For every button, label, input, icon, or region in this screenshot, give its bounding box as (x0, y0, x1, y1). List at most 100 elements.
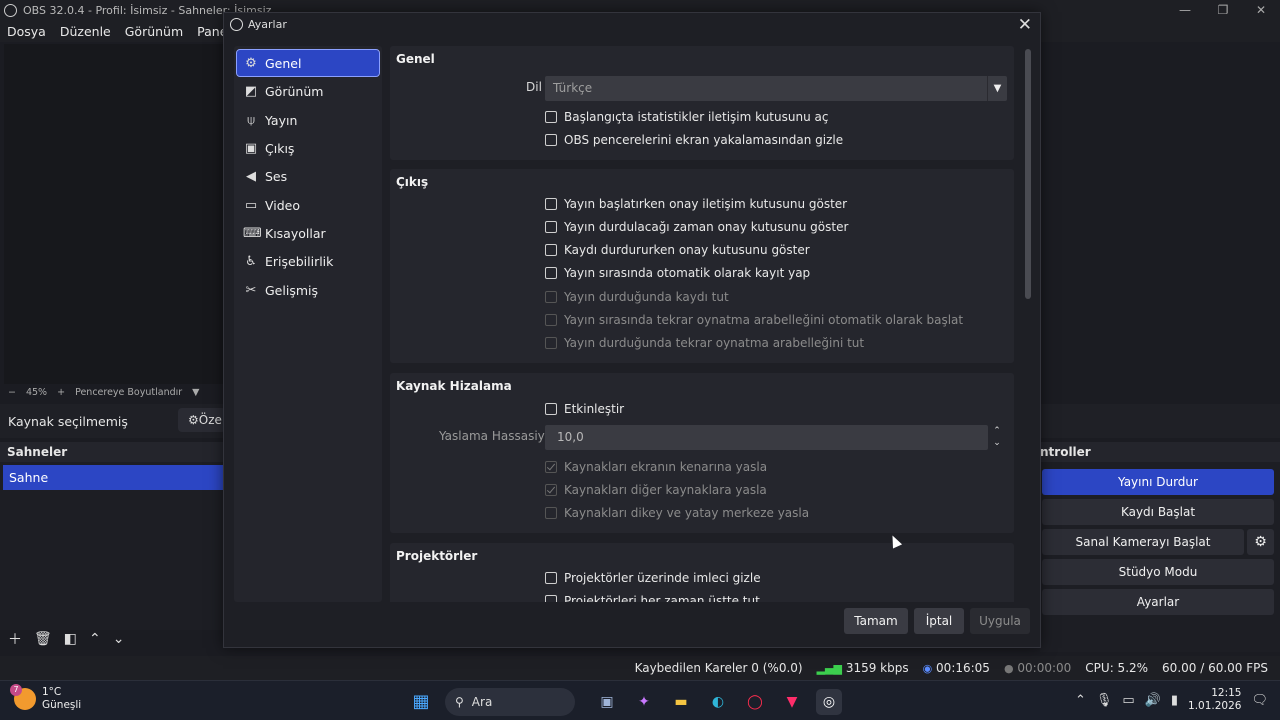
monitor-icon: ▭ (244, 197, 258, 213)
hide-capture-checkbox[interactable]: OBS pencerelerini ekran yakalamasından g… (545, 133, 843, 147)
nav-output[interactable]: ▣ Çıkış (237, 135, 379, 161)
chevron-down-icon[interactable]: ⌄ (990, 437, 1004, 449)
display-icon[interactable]: ▭ (1122, 693, 1134, 708)
spin-arrows[interactable]: ⌃ ⌄ (990, 425, 1004, 449)
settings-button[interactable]: Ayarlar (1042, 589, 1274, 615)
app-icon[interactable]: ▼ (779, 689, 805, 715)
chevron-down-icon[interactable]: ⌄ (113, 631, 125, 647)
close-icon[interactable]: ✕ (1018, 15, 1032, 35)
zoom-in-button[interactable]: + (57, 387, 65, 398)
scene-toolbar: ＋ 🗑 ◧ ⌃ ⌄ (0, 628, 224, 650)
apply-button[interactable]: Uygula (970, 608, 1030, 634)
always-on-top-checkbox[interactable]: Projektörleri her zaman üstte tut (545, 594, 760, 602)
language-label: Dil (526, 80, 542, 94)
close-icon[interactable]: ✕ (1242, 0, 1280, 20)
start-icon[interactable]: ▦ (408, 689, 434, 715)
snapping-enable-checkbox[interactable]: Etkinleştir (545, 402, 624, 416)
chevron-up-icon[interactable]: ⌃ (990, 425, 1004, 437)
nav-appearance[interactable]: ◩ Görünüm (237, 78, 379, 104)
dialog-title-bar: Ayarlar (230, 18, 287, 31)
no-source-label: Kaynak seçilmemiş (8, 413, 128, 429)
nav-video[interactable]: ▭ Video (237, 192, 379, 218)
properties-button[interactable]: ⚙Öze (178, 408, 226, 432)
virtual-camera-button[interactable]: Sanal Kamerayı Başlat (1042, 529, 1244, 555)
nav-advanced[interactable]: ✂ Gelişmiş (237, 277, 379, 303)
chevron-up-icon[interactable]: ⌃ (1075, 693, 1086, 708)
cancel-button[interactable]: İptal (914, 608, 964, 634)
status-bar: Kaybedilen Kareler 0 (%0.0) ▂▄▆ 3159 kbp… (0, 656, 1280, 680)
search-icon: ⚲ (455, 695, 464, 709)
file-explorer-icon[interactable]: ▬ (668, 689, 694, 715)
tools-icon: ✂ (245, 282, 257, 298)
nav-hotkeys[interactable]: ⌨ Kısayollar (237, 220, 379, 246)
stop-stream-button[interactable]: Yayını Durdur (1042, 469, 1274, 495)
language-select[interactable]: Türkçe ▼ (545, 76, 1007, 101)
studio-mode-button[interactable]: Stüdyo Modu (1042, 559, 1274, 585)
nav-general[interactable]: ⚙ Genel (236, 49, 380, 77)
task-view-icon[interactable]: ▣ (594, 689, 620, 715)
output-checkbox-6[interactable]: Yayın sırasında tekrar oynatma arabelleğ… (545, 313, 963, 327)
clock-date: 1.01.2026 (1188, 700, 1242, 712)
zoom-out-button[interactable]: − (8, 387, 16, 398)
trash-icon[interactable]: 🗑 (34, 631, 52, 647)
snap-sources-checkbox[interactable]: Kaynakları diğer kaynaklara yasla (545, 483, 767, 497)
nav-audio[interactable]: ◀ Ses (237, 163, 379, 189)
nav-label: Gelişmiş (265, 282, 318, 298)
zoom-dropdown-icon[interactable]: ▼ (192, 387, 199, 398)
scene-item[interactable]: Sahne (3, 465, 223, 490)
copilot-icon[interactable]: ✦ (631, 689, 657, 715)
bitrate-icon: ▂▄▆ (816, 662, 842, 675)
zoom-mode[interactable]: Pencereye Boyutlandır (75, 387, 182, 398)
checkbox-label: Etkinleştir (564, 402, 625, 416)
output-checkbox-1[interactable]: Yayın başlatırken onay iletişim kutusunu… (545, 197, 847, 211)
preview-area[interactable] (4, 44, 223, 384)
battery-icon[interactable]: ▮ (1171, 693, 1178, 708)
checkbox-icon (545, 134, 557, 146)
menu-file[interactable]: Dosya (0, 24, 53, 39)
obs-logo-icon (4, 3, 17, 17)
opera-icon[interactable]: ◯ (742, 689, 768, 715)
output-checkbox-7[interactable]: Yayın durduğunda tekrar oynatma arabelle… (545, 336, 864, 350)
weather-widget[interactable]: 7 1°C Güneşli (10, 684, 81, 712)
settings-content: Genel Dil Türkçe ▼ Başlangıçta istatisti… (389, 46, 1024, 602)
start-record-button[interactable]: Kaydı Başlat (1042, 499, 1274, 525)
checkbox-label: Kaynakları ekranın kenarına yasla (564, 460, 768, 474)
clock[interactable]: 12:15 1.01.2026 (1188, 687, 1241, 713)
output-checkbox-2[interactable]: Yayın durdulacağı zaman onay kutusunu gö… (545, 220, 848, 234)
menu-edit[interactable]: Düzenle (53, 24, 118, 39)
output-checkbox-3[interactable]: Kaydı durdururken onay kutusunu göster (545, 243, 810, 257)
obs-taskbar-icon[interactable]: ◎ (816, 689, 842, 715)
chevron-down-icon: ▼ (987, 76, 1007, 101)
nav-accessibility[interactable]: ♿ Erişebilirlik (237, 248, 379, 274)
snap-screen-checkbox[interactable]: Kaynakları ekranın kenarına yasla (545, 460, 767, 474)
virtual-camera-settings-icon[interactable]: ⚙ (1247, 529, 1274, 555)
snapping-group: Kaynak Hizalama Etkinleştir Yaslama Hass… (390, 373, 1014, 533)
sun-icon: 7 (10, 684, 36, 710)
chevron-up-icon[interactable]: ⌃ (89, 631, 101, 647)
output-checkbox-4[interactable]: Yayın sırasında otomatik olarak kayıt ya… (545, 266, 810, 280)
sensitivity-input[interactable]: 10,0 (545, 425, 988, 450)
snap-center-checkbox[interactable]: Kaynakları dikey ve yatay merkeze yasla (545, 506, 809, 520)
dialog-title: Ayarlar (248, 18, 287, 31)
maximize-icon[interactable]: ❐ (1204, 0, 1242, 20)
stats-checkbox[interactable]: Başlangıçta istatistikler iletişim kutus… (545, 110, 828, 124)
minimize-icon[interactable]: — (1166, 0, 1204, 20)
record-time: 00:00:00 (1017, 661, 1072, 675)
ok-button[interactable]: Tamam (844, 608, 908, 634)
nav-stream[interactable]: ⍦ Yayın (237, 107, 379, 133)
hide-cursor-checkbox[interactable]: Projektörler üzerinde imleci gizle (545, 571, 761, 585)
notification-icon[interactable]: 🗨 (1251, 693, 1268, 708)
scrollbar-thumb[interactable] (1025, 49, 1031, 299)
add-icon[interactable]: ＋ (8, 629, 22, 649)
search-box[interactable]: ⚲ Ara (445, 688, 575, 716)
edge-icon[interactable]: ◐ (705, 689, 731, 715)
keyboard-icon: ⌨ (243, 225, 262, 241)
checkbox-label: Projektörleri her zaman üstte tut (564, 594, 760, 602)
microphone-icon[interactable]: 🎙 (1096, 693, 1113, 708)
filter-icon[interactable]: ◧ (64, 631, 77, 647)
volume-icon[interactable]: 🔊 (1145, 693, 1161, 708)
output-checkbox-5[interactable]: Yayın durduğunda kaydı tut (545, 290, 729, 304)
menu-view[interactable]: Görünüm (118, 24, 190, 39)
checkbox-icon (545, 111, 557, 123)
checkbox-icon (545, 461, 557, 473)
